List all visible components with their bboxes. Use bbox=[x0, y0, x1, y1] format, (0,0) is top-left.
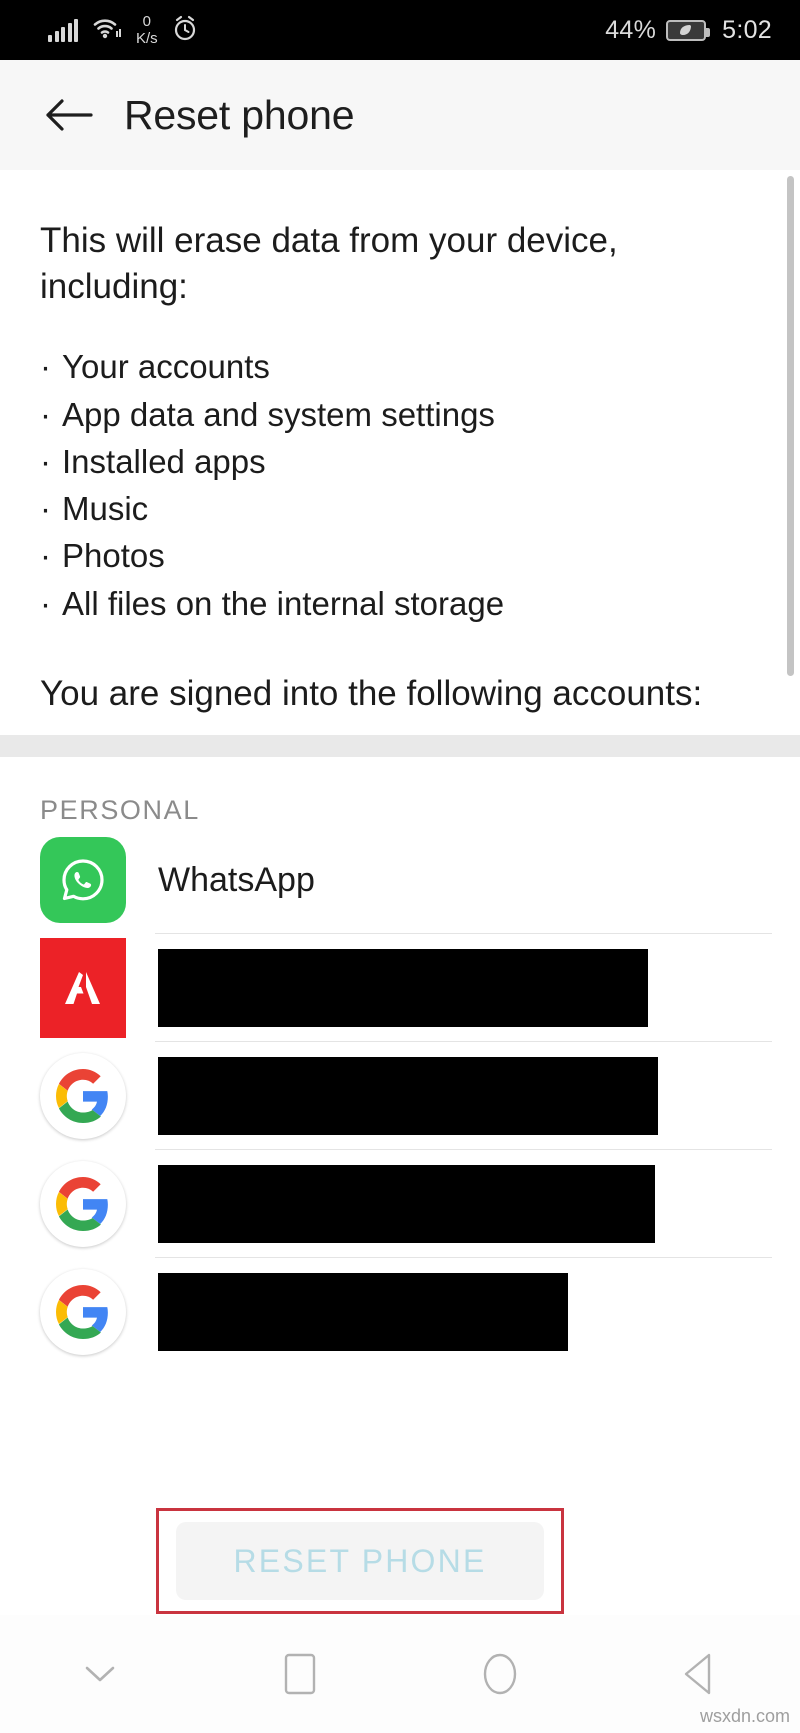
table-row[interactable] bbox=[0, 1150, 800, 1258]
table-row[interactable] bbox=[0, 1258, 800, 1366]
redacted-account-name bbox=[158, 1057, 658, 1135]
status-bar: 0 K/s 44% 5:02 bbox=[0, 0, 800, 60]
battery-percent-label: 44% bbox=[605, 15, 657, 44]
network-speed-value: 0 bbox=[142, 13, 152, 30]
bullet-marker: · bbox=[40, 490, 51, 528]
list-item-label: Music bbox=[62, 490, 149, 528]
account-label-cell bbox=[158, 949, 800, 1027]
bullet-marker: · bbox=[40, 348, 51, 386]
wifi-hotspot-icon bbox=[92, 16, 122, 45]
watermark: wsxdn.com bbox=[699, 1706, 790, 1726]
scrollbar-thumb[interactable] bbox=[787, 176, 794, 676]
back-arrow-icon[interactable] bbox=[42, 88, 96, 142]
adobe-icon bbox=[40, 938, 126, 1038]
page-title: Reset phone bbox=[124, 91, 355, 138]
navigation-bar bbox=[0, 1615, 800, 1733]
account-name: WhatsApp bbox=[158, 860, 315, 899]
erase-items-list: · Your accounts · App data and system se… bbox=[40, 346, 760, 624]
table-row[interactable]: WhatsApp bbox=[0, 826, 800, 934]
section-divider bbox=[0, 735, 800, 757]
account-label-cell bbox=[158, 1057, 800, 1135]
list-item-label: App data and system settings bbox=[62, 395, 495, 433]
account-label-cell bbox=[158, 1273, 800, 1351]
table-row[interactable] bbox=[0, 934, 800, 1042]
list-item: · Installed apps bbox=[40, 441, 760, 483]
list-item-label: Installed apps bbox=[62, 442, 266, 480]
list-item: · Music bbox=[40, 488, 760, 530]
section-header-personal: PERSONAL bbox=[40, 795, 200, 825]
list-item-label: Photos bbox=[62, 537, 165, 575]
accounts-section: PERSONAL WhatsApp bbox=[0, 757, 800, 1517]
redacted-account-name bbox=[158, 949, 648, 1027]
clock-label: 5:02 bbox=[722, 15, 772, 44]
list-item: · All files on the internal storage bbox=[40, 583, 760, 625]
list-item-label: All files on the internal storage bbox=[62, 584, 505, 622]
google-icon bbox=[40, 1053, 126, 1139]
hide-keyboard-icon[interactable] bbox=[0, 1615, 200, 1733]
list-item: · App data and system settings bbox=[40, 394, 760, 436]
erase-info-panel: This will erase data from your device, i… bbox=[0, 170, 800, 735]
battery-saver-icon bbox=[666, 19, 711, 41]
list-item: · Your accounts bbox=[40, 346, 760, 388]
status-bar-left: 0 K/s bbox=[48, 14, 198, 47]
google-icon bbox=[40, 1269, 126, 1355]
signed-in-heading: You are signed into the following accoun… bbox=[40, 673, 703, 713]
redacted-account-name bbox=[158, 1165, 655, 1243]
reset-phone-highlight-box: RESET PHONE bbox=[156, 1508, 564, 1614]
recents-square-icon[interactable] bbox=[200, 1615, 400, 1733]
table-row[interactable] bbox=[0, 1042, 800, 1150]
reset-phone-button-label: RESET PHONE bbox=[233, 1542, 487, 1579]
alarm-clock-icon bbox=[172, 14, 198, 47]
network-speed-unit: K/s bbox=[136, 30, 158, 47]
app-bar: Reset phone bbox=[0, 60, 800, 170]
home-circle-icon[interactable] bbox=[400, 1615, 600, 1733]
bullet-marker: · bbox=[40, 442, 51, 480]
phone-screenshot: 0 K/s 44% 5:02 Reset phone This will era… bbox=[0, 0, 800, 1733]
whatsapp-icon bbox=[40, 837, 126, 923]
erase-heading: This will erase data from your device, i… bbox=[40, 221, 618, 307]
network-speed-indicator: 0 K/s bbox=[136, 14, 158, 46]
bullet-marker: · bbox=[40, 537, 51, 575]
list-item-label: Your accounts bbox=[62, 348, 270, 386]
signal-bars-icon bbox=[48, 18, 78, 42]
bullet-marker: · bbox=[40, 584, 51, 622]
scrollbar[interactable] bbox=[787, 176, 794, 696]
redacted-account-name bbox=[158, 1273, 568, 1351]
bullet-marker: · bbox=[40, 395, 51, 433]
google-icon bbox=[40, 1161, 126, 1247]
reset-phone-button[interactable]: RESET PHONE bbox=[176, 1522, 544, 1600]
account-label-cell bbox=[158, 1165, 800, 1243]
list-item: · Photos bbox=[40, 535, 760, 577]
account-label-cell: WhatsApp bbox=[158, 861, 800, 900]
status-bar-right: 44% 5:02 bbox=[605, 16, 772, 45]
